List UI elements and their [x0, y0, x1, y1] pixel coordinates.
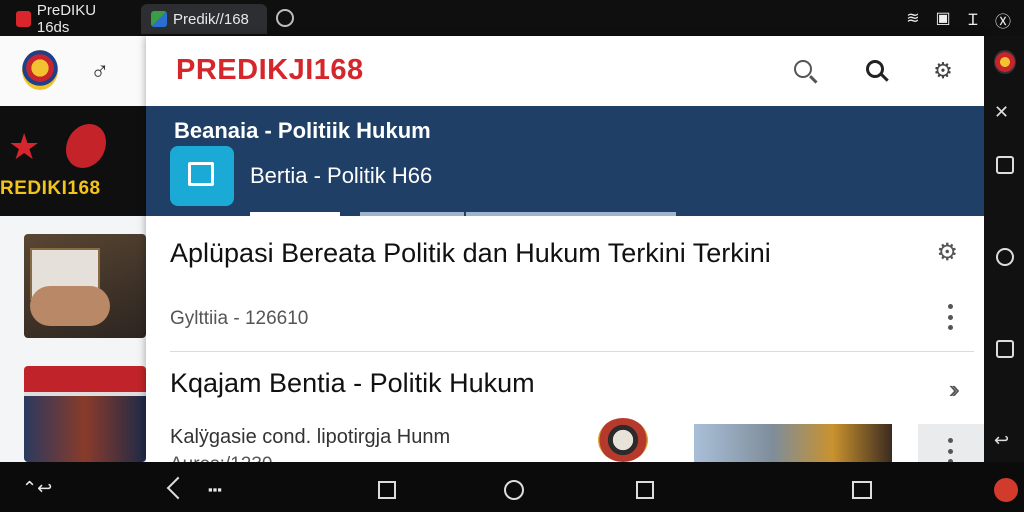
- crowd-image: [24, 396, 146, 462]
- person-icon[interactable]: ♂: [90, 56, 110, 87]
- accessibility-icon[interactable]: Ⓧ: [994, 8, 1012, 32]
- app-bar: PREDIKJI168 ⚙: [146, 36, 984, 106]
- brand-text: REDIKI168: [0, 178, 101, 199]
- bottom-nav-bar: ⌃↩ ▪▪▪: [0, 462, 1024, 512]
- wifi-icon: ≋: [906, 10, 920, 27]
- settings-icon[interactable]: ⚙: [928, 56, 958, 86]
- window-icon[interactable]: [852, 481, 872, 499]
- home-icon[interactable]: [504, 480, 524, 500]
- browser-tab-2[interactable]: Predik//168: [141, 4, 267, 34]
- thumbnail-image[interactable]: [24, 234, 146, 338]
- left-banner: ★ REDIKI168: [0, 106, 146, 216]
- star-icon: ★: [8, 126, 41, 167]
- browser-tab-1[interactable]: PreDIKU 16ds: [6, 2, 136, 36]
- tab-label: PreDIKU 16ds: [36, 2, 97, 36]
- article-meta: Gylttiia - 126610: [170, 308, 309, 329]
- sign-image: [24, 366, 146, 392]
- logo-rest: REDIKJI168: [195, 54, 364, 86]
- app-card: PREDIKJI168 ⚙ Beanaia - Politiik Hukum B…: [146, 36, 984, 462]
- tab-label: Predik//168: [173, 10, 249, 28]
- recents-icon[interactable]: [636, 481, 654, 499]
- square-icon[interactable]: [378, 481, 396, 499]
- extension-icon[interactable]: [276, 9, 294, 27]
- article-photo[interactable]: [694, 424, 892, 462]
- back-gesture-icon[interactable]: ↩: [994, 430, 1009, 451]
- section-title: Beanaia - Politiik Hukum: [174, 118, 431, 143]
- app-logo[interactable]: PREDIKJI168: [176, 54, 364, 87]
- square-icon[interactable]: [996, 340, 1014, 358]
- emblem-icon: [22, 50, 58, 90]
- nav-back-icon[interactable]: [166, 476, 190, 500]
- hammer-sickle-icon: [66, 124, 106, 168]
- search-icon[interactable]: [788, 56, 818, 86]
- settings-icon[interactable]: ⚙: [936, 238, 958, 267]
- article-item[interactable]: Aplüpasi Bereata Politik dan Hukum Terki…: [146, 216, 984, 350]
- left-header: ♂: [0, 36, 146, 106]
- square-icon[interactable]: [996, 156, 1014, 174]
- circle-icon[interactable]: [996, 248, 1014, 266]
- tab-favicon-icon: [151, 11, 167, 27]
- right-rail: ✕ ↩: [984, 36, 1024, 462]
- article-title[interactable]: Kqajam Bentia - Politik Hukum: [170, 368, 535, 399]
- search-icon[interactable]: [860, 56, 890, 86]
- article-item[interactable]: Kqajam Bentia - Politik Hukum ›› Kalÿgas…: [146, 352, 984, 462]
- tab-favicon-icon: [16, 11, 31, 27]
- more-options-icon[interactable]: [948, 438, 954, 462]
- top-bar: PreDIKU 16ds Predik//168 ≋ ▣ Ɪ Ⓧ: [0, 0, 1024, 36]
- dots-icon: ▪▪▪: [208, 482, 222, 497]
- seal-image: [598, 418, 648, 462]
- hand-image: [30, 286, 110, 326]
- article-title[interactable]: Aplüpasi Bereata Politik dan Hukum Terki…: [170, 238, 870, 269]
- close-icon[interactable]: ✕: [994, 102, 1009, 123]
- logo-first-letter: P: [176, 54, 196, 86]
- back-icon[interactable]: ⌃↩: [22, 478, 52, 498]
- signal-icon: Ɪ: [968, 12, 978, 29]
- more-options-icon[interactable]: [948, 304, 954, 330]
- status-icons: ≋ ▣ Ɪ Ⓧ: [904, 8, 1012, 32]
- chevron-right-icon[interactable]: ››: [949, 374, 961, 405]
- article-snippet: Kalÿgasie cond. lipotirgja Hunm: [170, 426, 451, 448]
- thumbnail-image[interactable]: [24, 366, 146, 462]
- article-meta: Aures:/1230: [170, 454, 272, 462]
- screen: PreDIKU 16ds Predik//168 ≋ ▣ Ɪ Ⓧ ♂ ★ RED…: [0, 0, 1024, 512]
- section-header: Beanaia - Politiik Hukum Bertia - Politi…: [146, 106, 984, 216]
- battery-icon: ▣: [935, 10, 951, 27]
- left-pane: ♂ ★ REDIKI168: [0, 36, 146, 462]
- app-badge-icon[interactable]: [994, 478, 1018, 502]
- edit-icon[interactable]: [170, 146, 234, 206]
- section-subtitle: Bertia - Politik H66: [250, 163, 433, 188]
- emblem-icon: [994, 50, 1016, 74]
